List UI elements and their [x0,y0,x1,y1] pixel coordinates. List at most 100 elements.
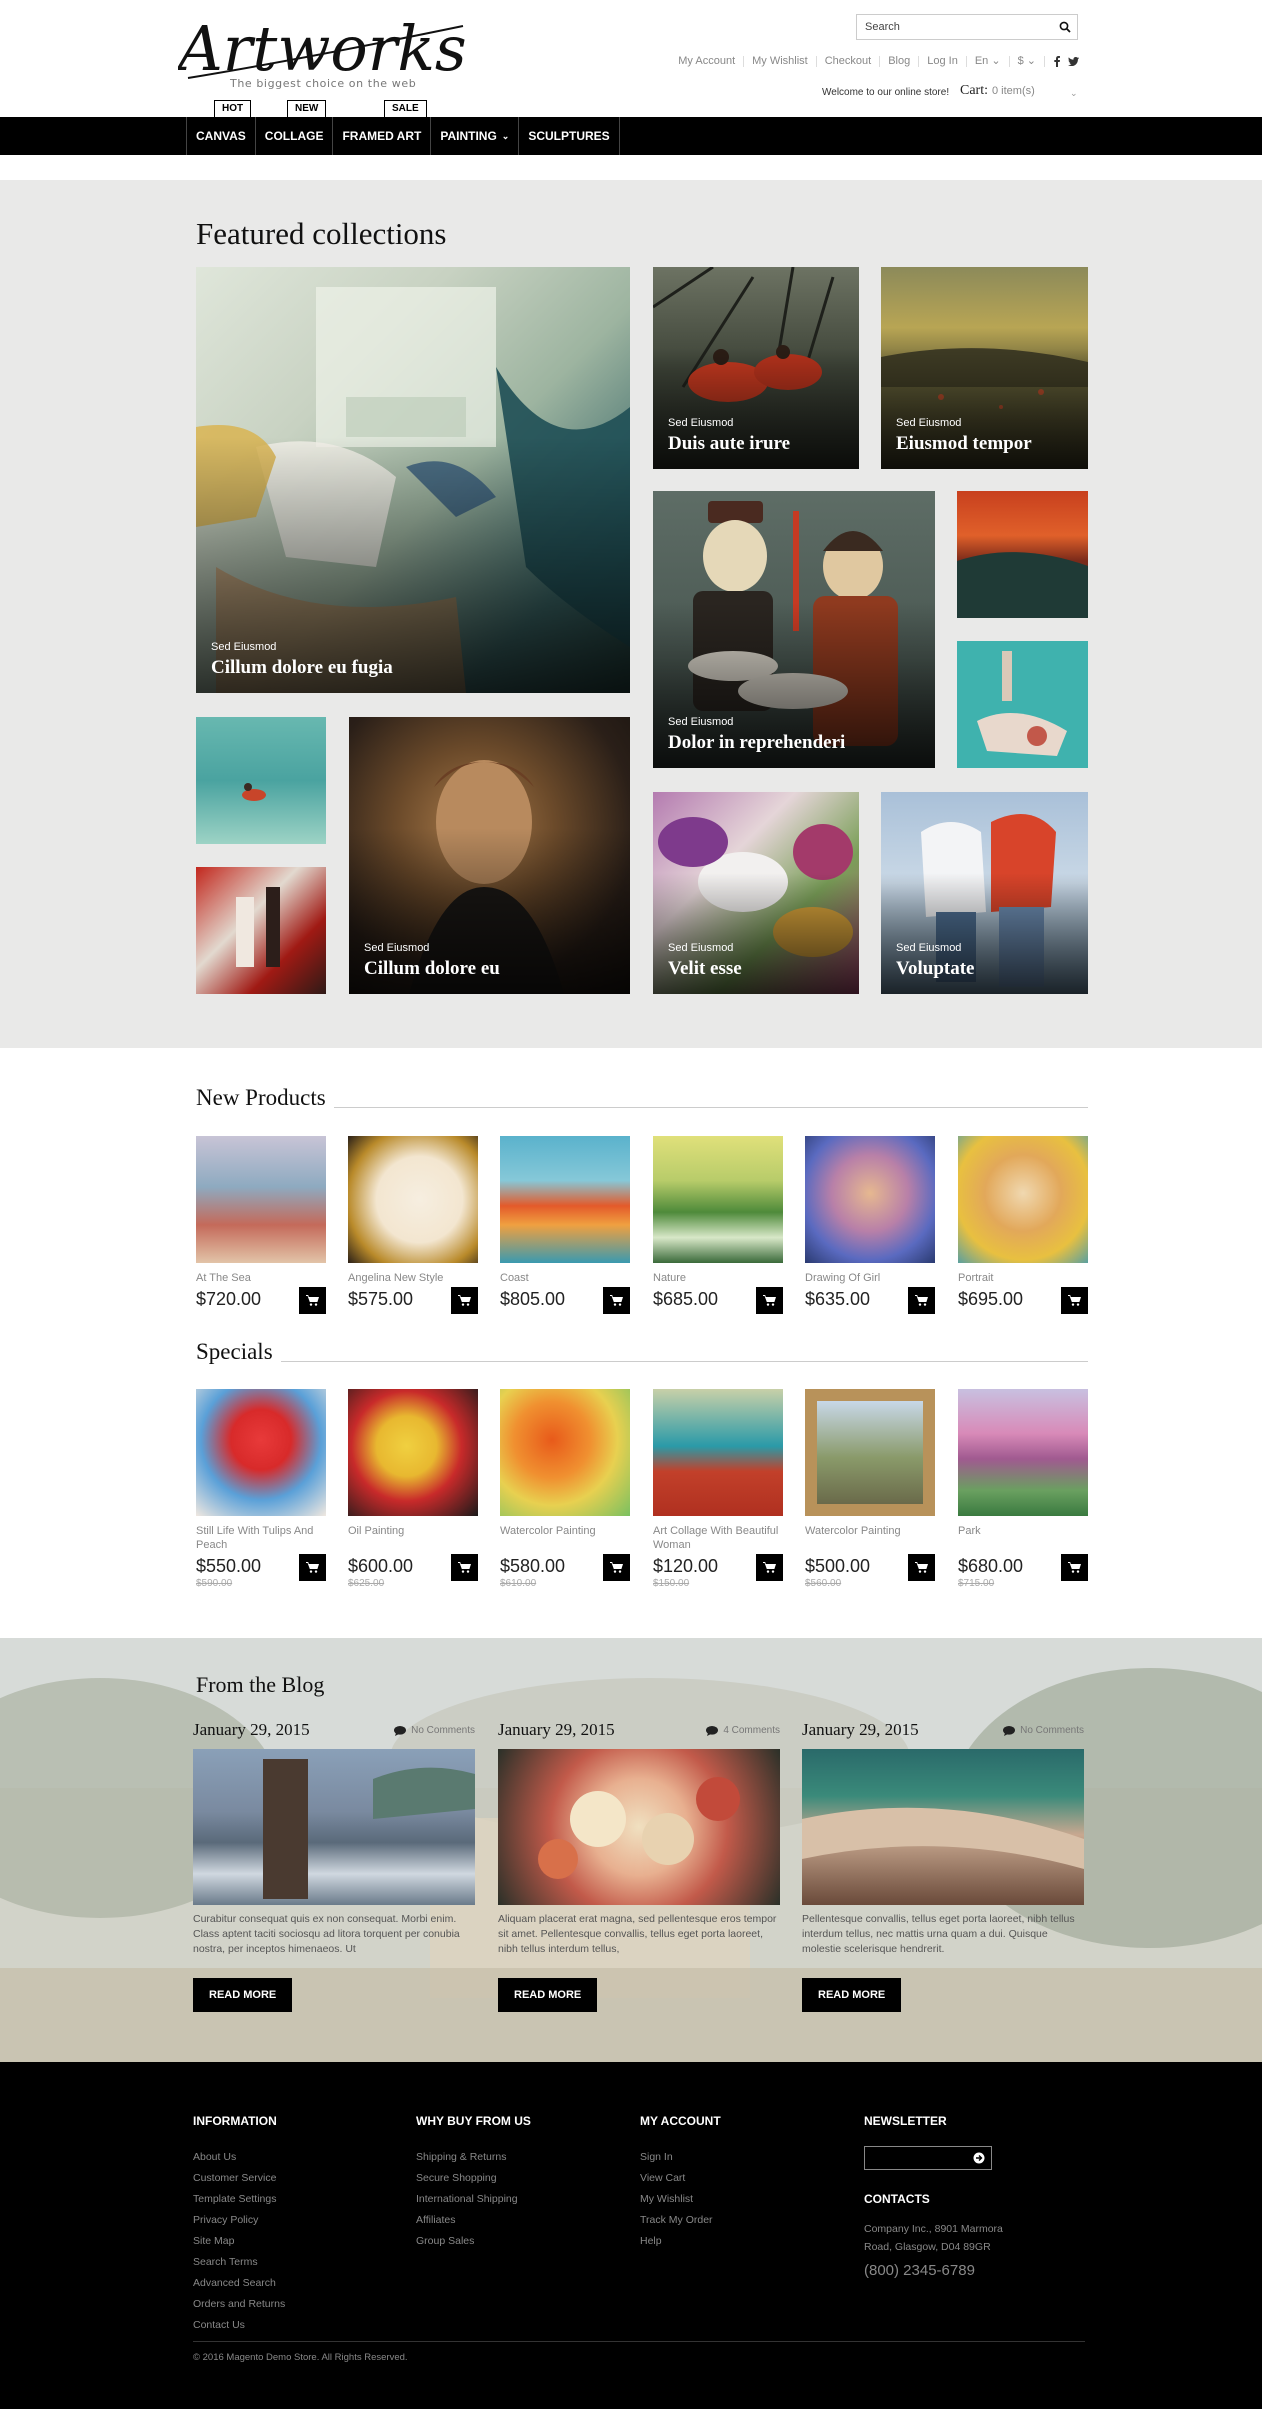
add-to-cart-button[interactable] [603,1287,630,1314]
my-wishlist-link[interactable]: My Wishlist [743,56,816,67]
product-image[interactable] [500,1136,630,1263]
nav-collage[interactable]: COLLAGE [256,117,334,155]
post-image[interactable] [193,1749,475,1905]
product-name[interactable]: Park [958,1524,1088,1552]
facebook-icon[interactable] [1054,56,1060,67]
add-to-cart-button[interactable] [451,1554,478,1581]
footer-link[interactable]: Secure Shopping [416,2168,531,2189]
product-image[interactable] [958,1389,1088,1516]
product-image[interactable] [653,1389,783,1516]
product-image[interactable] [348,1389,478,1516]
badge-hot: HOT [214,100,252,122]
post-comments[interactable]: No Comments [1003,1725,1084,1736]
add-to-cart-button[interactable] [756,1554,783,1581]
cart-dropdown[interactable]: Cart: 0 item(s) ⌄ [960,83,1078,99]
twitter-icon[interactable] [1068,57,1079,66]
featured-tile-figures[interactable] [957,641,1088,768]
add-to-cart-button[interactable] [1061,1287,1088,1314]
footer-link[interactable]: Search Terms [193,2252,285,2273]
add-to-cart-button[interactable] [451,1287,478,1314]
language-select[interactable]: En ⌄ [965,56,1009,67]
post-comments[interactable]: 4 Comments [706,1725,780,1736]
search-icon[interactable] [1059,21,1071,33]
footer-link[interactable]: Orders and Returns [193,2294,285,2315]
footer-link[interactable]: Affiliates [416,2210,531,2231]
footer-link[interactable]: Help [640,2231,721,2252]
my-account-link[interactable]: My Account [670,56,743,67]
featured-tile-4[interactable]: Sed Eiusmod Dolor in reprehenderi [653,491,935,768]
login-link[interactable]: Log In [918,56,966,67]
add-to-cart-button[interactable] [299,1554,326,1581]
footer-link[interactable]: Contact Us [193,2315,285,2336]
currency-select[interactable]: $ ⌄ [1008,56,1044,67]
featured-tile-6[interactable]: Sed Eiusmod Velit esse [653,792,859,994]
featured-tile-landscape[interactable] [957,491,1088,618]
newsletter-email-input[interactable] [865,2147,969,2169]
footer-link[interactable]: Template Settings [193,2189,285,2210]
product-image[interactable] [348,1136,478,1263]
product-name[interactable]: Oil Painting [348,1524,478,1552]
featured-tile-abstract[interactable] [196,867,326,994]
product-name[interactable]: Still Life With Tulips And Peach [196,1524,326,1552]
footer-link[interactable]: Group Sales [416,2231,531,2252]
product-name[interactable]: At The Sea [196,1271,326,1285]
footer-link[interactable]: Shipping & Returns [416,2147,531,2168]
product-name[interactable]: Art Collage With Beautiful Woman [653,1524,783,1552]
product-image[interactable] [653,1136,783,1263]
featured-tile-2[interactable]: Sed Eiusmod Duis aute irure [653,267,859,469]
add-to-cart-button[interactable] [908,1287,935,1314]
blog-link[interactable]: Blog [879,56,918,67]
product-image[interactable] [805,1136,935,1263]
nav-painting[interactable]: PAINTING ⌄ [431,117,520,155]
nav-sculptures[interactable]: SCULPTURES [519,117,620,155]
footer-link[interactable]: My Wishlist [640,2189,721,2210]
product-image[interactable] [500,1389,630,1516]
post-image[interactable] [498,1749,780,1905]
featured-tile-3[interactable]: Sed Eiusmod Eiusmod tempor [881,267,1088,469]
footer-link[interactable]: About Us [193,2147,285,2168]
tile-subtitle: Sed Eiusmod [896,417,962,429]
footer-link[interactable]: Track My Order [640,2210,721,2231]
featured-tile-5[interactable]: Sed Eiusmod Cillum dolore eu [349,717,630,994]
product-image[interactable] [958,1136,1088,1263]
checkout-link[interactable]: Checkout [815,56,879,67]
read-more-button[interactable]: READ MORE [802,1978,902,2012]
add-to-cart-button[interactable] [299,1287,326,1314]
footer-link[interactable]: View Cart [640,2168,721,2189]
read-more-button[interactable]: READ MORE [193,1978,293,2012]
product-name[interactable]: Angelina New Style [348,1271,478,1285]
product-name[interactable]: Watercolor Painting [805,1524,935,1552]
nav-framed-art[interactable]: FRAMED ART [333,117,432,155]
product-name[interactable]: Drawing Of Girl [805,1271,935,1285]
product-image[interactable] [805,1389,935,1516]
footer-link[interactable]: Sign In [640,2147,721,2168]
add-to-cart-button[interactable] [1061,1554,1088,1581]
footer-link[interactable]: Privacy Policy [193,2210,285,2231]
featured-tile-sea[interactable] [196,717,326,844]
product-name[interactable]: Nature [653,1271,783,1285]
featured-tile-7[interactable]: Sed Eiusmod Voluptate [881,792,1088,994]
footer-link[interactable]: International Shipping [416,2189,531,2210]
add-to-cart-button[interactable] [603,1554,630,1581]
comment-icon [394,1725,407,1736]
product-name[interactable]: Portrait [958,1271,1088,1285]
blog-post: January 29, 2015 4 Comments Aliquam plac… [498,1720,780,2012]
footer-link[interactable]: Site Map [193,2231,285,2252]
featured-tile-1[interactable]: Sed Eiusmod Cillum dolore eu fugia [196,267,630,693]
product-image[interactable] [196,1136,326,1263]
footer-link[interactable]: Advanced Search [193,2273,285,2294]
post-image[interactable] [802,1749,1084,1905]
product-image[interactable] [196,1389,326,1516]
footer-my-account: MY ACCOUNT Sign In View Cart My Wishlist… [640,2114,721,2252]
cart-label: Cart: [960,83,988,98]
footer-link[interactable]: Customer Service [193,2168,285,2189]
read-more-button[interactable]: READ MORE [498,1978,598,2012]
arrow-circle-right-icon[interactable] [973,2152,985,2164]
nav-canvas[interactable]: CANVAS [187,117,256,155]
product-name[interactable]: Watercolor Painting [500,1524,630,1552]
add-to-cart-button[interactable] [756,1287,783,1314]
search-input[interactable] [857,15,1047,39]
product-name[interactable]: Coast [500,1271,630,1285]
post-comments[interactable]: No Comments [394,1725,475,1736]
add-to-cart-button[interactable] [908,1554,935,1581]
